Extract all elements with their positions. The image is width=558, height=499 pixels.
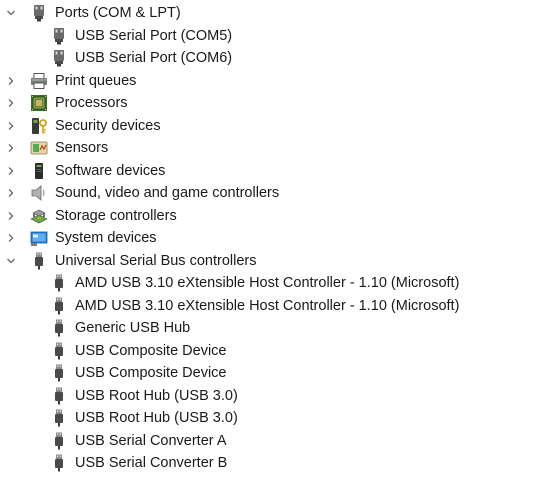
chevron-right-icon[interactable] (4, 164, 18, 178)
usb-plug-icon (50, 454, 68, 472)
tree-item-label: USB Root Hub (USB 3.0) (75, 410, 238, 427)
chevron-right-icon[interactable] (4, 96, 18, 110)
tree-category-label: Sensors (55, 140, 109, 157)
usb-plug-icon (50, 432, 68, 450)
tree-category-label: Software devices (55, 162, 166, 179)
device-tree: Ports (COM & LPT) USB Serial Port (COM5) (0, 2, 558, 475)
tree-item-label: USB Composite Device (75, 342, 227, 359)
tree-category-label: Print queues (55, 72, 137, 89)
tree-item-label: AMD USB 3.10 eXtensible Host Controller … (75, 275, 460, 292)
chevron-right-icon[interactable] (4, 141, 18, 155)
software-device-icon (30, 162, 48, 180)
tree-item-label: USB Serial Port (COM6) (75, 50, 233, 67)
storage-controller-icon (30, 207, 48, 225)
sensor-icon (30, 139, 48, 157)
tree-category-security-devices[interactable]: Security devices (0, 115, 558, 138)
tree-item-usb-root-hub[interactable]: USB Root Hub (USB 3.0) (0, 407, 558, 430)
tree-category-label: Ports (COM & LPT) (55, 5, 181, 22)
tree-item-label: USB Composite Device (75, 365, 227, 382)
tree-item-label: USB Root Hub (USB 3.0) (75, 387, 238, 404)
tree-category-usb-controllers[interactable]: Universal Serial Bus controllers (0, 250, 558, 273)
tree-category-label: Processors (55, 95, 128, 112)
tree-item-usb-root-hub[interactable]: USB Root Hub (USB 3.0) (0, 385, 558, 408)
tree-item-label: USB Serial Port (COM5) (75, 27, 233, 44)
printer-icon (30, 72, 48, 90)
chevron-right-icon[interactable] (4, 186, 18, 200)
usb-plug-icon (30, 252, 48, 270)
chevron-right-icon[interactable] (4, 209, 18, 223)
tree-category-label: System devices (55, 230, 157, 247)
tree-category-system-devices[interactable]: System devices (0, 227, 558, 250)
tree-item-generic-usb-hub[interactable]: Generic USB Hub (0, 317, 558, 340)
tree-category-sensors[interactable]: Sensors (0, 137, 558, 160)
processor-chip-icon (30, 94, 48, 112)
system-device-icon (30, 229, 48, 247)
tree-item-usb-composite-device[interactable]: USB Composite Device (0, 362, 558, 385)
chevron-right-icon[interactable] (4, 74, 18, 88)
chevron-down-icon[interactable] (4, 6, 18, 20)
tree-item-usb-serial-converter-a[interactable]: USB Serial Converter A (0, 430, 558, 453)
tree-item-label: Generic USB Hub (75, 320, 191, 337)
port-connector-icon (30, 4, 48, 22)
tree-category-print-queues[interactable]: Print queues (0, 70, 558, 93)
tree-item-amd-usb-host-controller[interactable]: AMD USB 3.10 eXtensible Host Controller … (0, 295, 558, 318)
usb-plug-icon (50, 409, 68, 427)
port-connector-icon (50, 49, 68, 67)
tree-item-usb-serial-converter-b[interactable]: USB Serial Converter B (0, 452, 558, 475)
tree-category-label: Security devices (55, 117, 161, 134)
port-connector-icon (50, 27, 68, 45)
tree-category-software-devices[interactable]: Software devices (0, 160, 558, 183)
usb-plug-icon (50, 387, 68, 405)
tree-item-usb-serial-port-com5[interactable]: USB Serial Port (COM5) (0, 25, 558, 48)
usb-plug-icon (50, 274, 68, 292)
tree-category-label: Sound, video and game controllers (55, 185, 280, 202)
tree-item-usb-composite-device[interactable]: USB Composite Device (0, 340, 558, 363)
chevron-right-icon[interactable] (4, 119, 18, 133)
chevron-right-icon[interactable] (4, 231, 18, 245)
speaker-icon (30, 184, 48, 202)
tree-item-usb-serial-port-com6[interactable]: USB Serial Port (COM6) (0, 47, 558, 70)
usb-plug-icon (50, 364, 68, 382)
usb-plug-icon (50, 297, 68, 315)
tree-item-label: USB Serial Converter B (75, 455, 228, 472)
usb-plug-icon (50, 342, 68, 360)
tree-category-label: Universal Serial Bus controllers (55, 252, 257, 269)
tree-item-label: USB Serial Converter A (75, 432, 227, 449)
chevron-down-icon[interactable] (4, 254, 18, 268)
tree-category-ports[interactable]: Ports (COM & LPT) (0, 2, 558, 25)
tree-category-label: Storage controllers (55, 207, 177, 224)
tree-category-sound-video-game-controllers[interactable]: Sound, video and game controllers (0, 182, 558, 205)
usb-plug-icon (50, 319, 68, 337)
tree-item-label: AMD USB 3.10 eXtensible Host Controller … (75, 297, 460, 314)
tree-category-storage-controllers[interactable]: Storage controllers (0, 205, 558, 228)
tree-item-amd-usb-host-controller[interactable]: AMD USB 3.10 eXtensible Host Controller … (0, 272, 558, 295)
security-key-icon (30, 117, 48, 135)
tree-category-processors[interactable]: Processors (0, 92, 558, 115)
